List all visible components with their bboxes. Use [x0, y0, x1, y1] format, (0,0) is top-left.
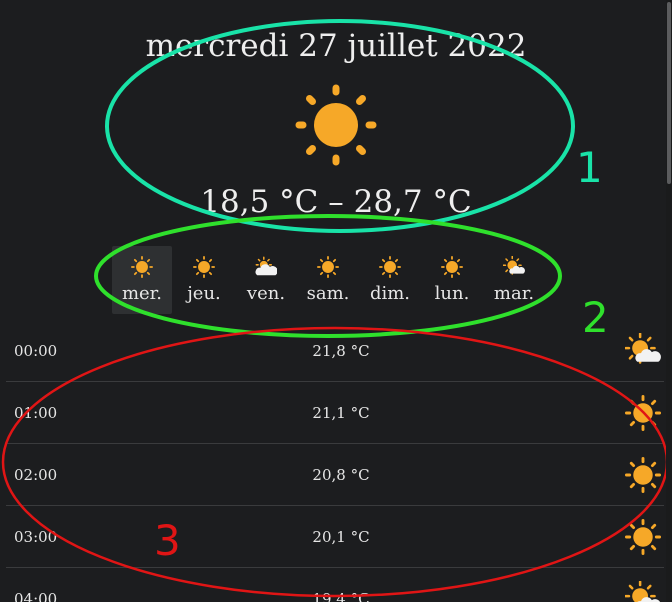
day-tab[interactable]: mer. [112, 246, 172, 314]
hour-row: 02:00 20,8 °C [6, 444, 664, 506]
hourly-list: 00:00 21,8 °C 01:00 21,1 °C 02:00 20,8 °… [6, 320, 664, 602]
hour-row: 03:00 20,1 °C [6, 506, 664, 568]
sun-icon [131, 256, 153, 278]
scrollbar[interactable] [666, 0, 672, 602]
day-tab[interactable]: lun. [422, 246, 482, 314]
sun-cloud-icon [503, 256, 525, 278]
day-label: dim. [369, 283, 411, 304]
sun-icon [441, 256, 463, 278]
hour-temperature: 19,4 °C [312, 590, 370, 602]
hour-row: 04:00 19,4 °C [6, 568, 664, 602]
hour-temperature: 21,8 °C [312, 342, 370, 360]
date-title: mercredi 27 juillet 2022 [145, 28, 527, 64]
hour-temperature: 20,1 °C [312, 528, 370, 546]
sun-icon [625, 395, 661, 431]
day-label: ven. [246, 283, 286, 304]
cloud-icon [255, 256, 277, 278]
hour-temperature: 21,1 °C [312, 404, 370, 422]
sun-icon [295, 84, 377, 166]
day-label: mar. [493, 283, 535, 304]
sun-icon [625, 457, 661, 493]
day-label: mer. [121, 283, 163, 304]
sun-icon [317, 256, 339, 278]
sun-icon [193, 256, 215, 278]
hour-row: 00:00 21,8 °C [6, 320, 664, 382]
annotation-label-3: 3 [154, 516, 181, 565]
day-tab[interactable]: dim. [360, 246, 420, 314]
day-selector: mer. jeu. ven. sam. dim. lun. mar. [112, 246, 546, 314]
sun-icon [379, 256, 401, 278]
temperature-range: 18,5 °C – 28,7 °C [200, 184, 472, 220]
sun-icon [625, 519, 661, 555]
day-tab[interactable]: sam. [298, 246, 358, 314]
scrollbar-thumb[interactable] [667, 2, 671, 184]
day-label: lun. [434, 283, 470, 304]
day-label: jeu. [187, 283, 221, 304]
day-tab[interactable]: jeu. [174, 246, 234, 314]
day-label: sam. [306, 283, 350, 304]
annotation-label-2: 2 [582, 293, 609, 342]
hour-temperature: 20,8 °C [312, 466, 370, 484]
day-tab[interactable]: ven. [236, 246, 296, 314]
day-tab[interactable]: mar. [484, 246, 544, 314]
sun-cloud-icon [625, 333, 661, 369]
annotation-label-1: 1 [576, 143, 603, 192]
hour-row: 01:00 21,1 °C [6, 382, 664, 444]
sun-cloud-icon [625, 581, 661, 602]
weather-page: mercredi 27 juillet 2022 18,5 °C – 28,7 … [0, 0, 672, 602]
